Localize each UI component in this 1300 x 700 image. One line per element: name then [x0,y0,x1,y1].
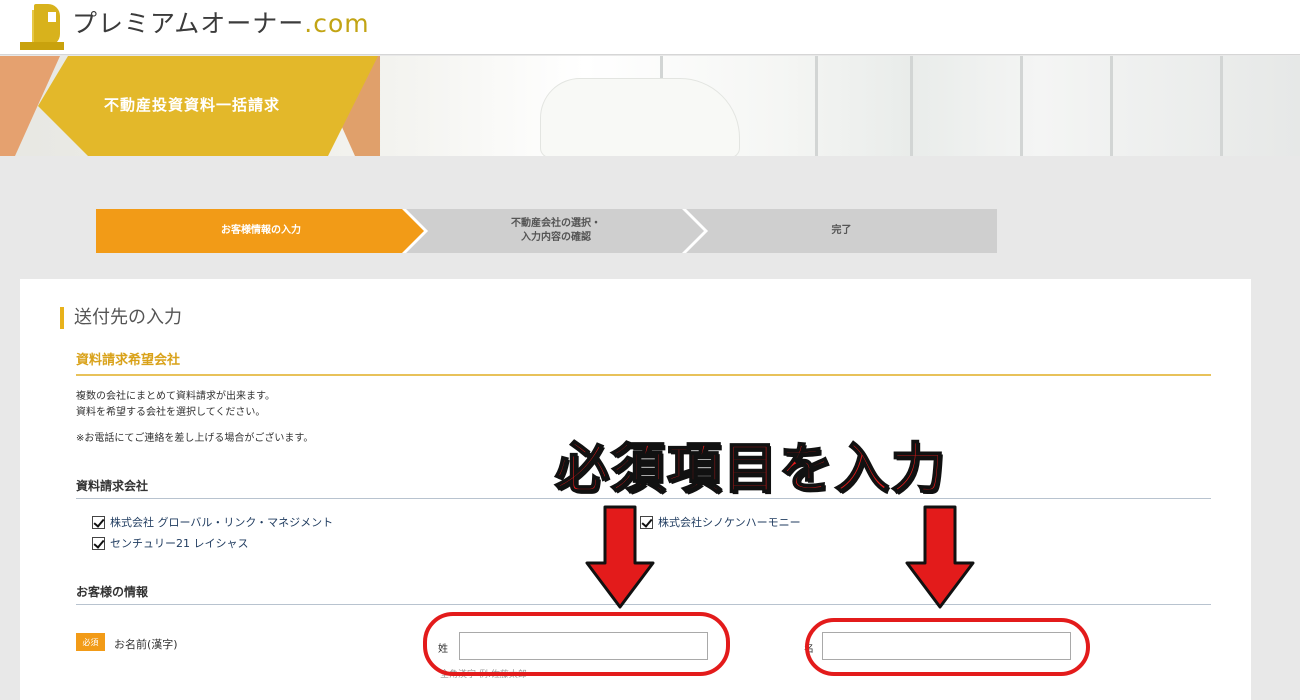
window-frame [910,56,913,156]
description-line: 複数の会社にまとめて資料請求が出来ます。 [76,391,275,402]
checkbox-checked[interactable] [92,536,105,550]
highlight-oval [805,618,1090,676]
annotation-text: 必須項目を入力 [554,436,947,501]
arrow-down-icon [905,505,975,609]
pillow-image [540,78,740,156]
window-frame [1020,56,1023,156]
required-badge: 必須 [76,633,105,651]
companies-heading: 資料請求会社 [76,479,149,493]
step-complete: 完了 [686,209,997,253]
name-kanji-label: お名前(漢字) [114,638,178,651]
company-option[interactable]: 株式会社シノケンハーモニー [640,514,801,530]
progress-steps: お客様情報の入力 不動産会社の選択・ 入力内容の確認 完了 [96,209,997,253]
divider [76,374,1211,376]
page-title: 不動産投資資料一括請求 [104,96,281,114]
logo-text: プレミアムオーナー.com [72,9,370,38]
top-header: プレミアムオーナー.com [0,0,1300,55]
description-line: 資料を希望する会社を選択してください。 [76,407,266,418]
company-option[interactable]: センチュリー21 レイシャス [92,535,249,551]
customer-info-heading: お客様の情報 [76,585,149,599]
checkbox-checked[interactable] [92,515,105,529]
logo-p-icon [18,2,66,52]
arrow-down-icon [585,505,655,609]
section-title: 送付先の入力 [60,307,182,329]
highlight-oval [423,612,730,676]
company-option[interactable]: 株式会社 グローバル・リンク・マネジメント [92,514,333,530]
window-frame [1220,56,1223,156]
hero-banner: 不動産投資資料一括請求 [0,56,1300,156]
step-customer-info: お客様情報の入力 [96,209,426,253]
request-heading: 資料請求希望会社 [76,353,181,368]
window-frame [815,56,818,156]
site-logo[interactable]: プレミアムオーナー.com [18,2,370,52]
window-frame [1110,56,1113,156]
step-select-confirm: 不動産会社の選択・ 入力内容の確認 [406,209,706,253]
phone-note: ※お電話にてご連絡を差し上げる場合がございます。 [76,433,314,444]
